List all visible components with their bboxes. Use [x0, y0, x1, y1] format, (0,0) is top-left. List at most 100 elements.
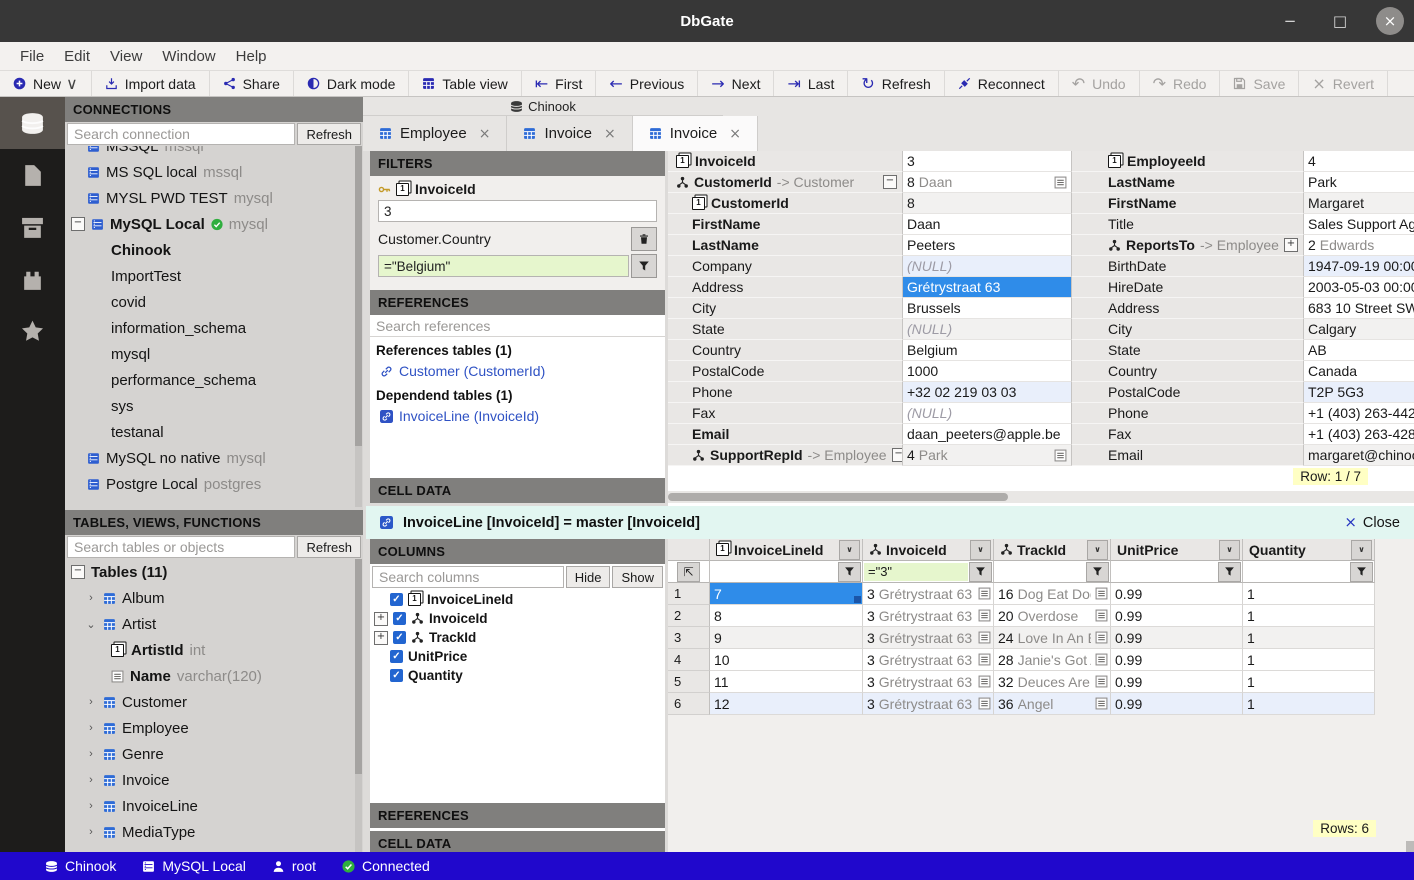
grid-cell[interactable]: 28Janie's Got A Gun — [994, 649, 1111, 671]
form-value-employeeid[interactable]: 4 — [1304, 151, 1414, 172]
grid-cell[interactable]: 1 — [1243, 649, 1375, 671]
form-value-postalcode[interactable]: T2P 5G3 — [1304, 382, 1414, 403]
filter-menu-button[interactable] — [1350, 562, 1373, 582]
tab-close-icon[interactable]: × — [479, 127, 491, 141]
connection-item-mysql-no-native[interactable]: MySQL no nativemysql — [65, 445, 363, 471]
form-value-customerid[interactable]: 8Daan — [903, 172, 1072, 193]
expand-toggle[interactable] — [374, 631, 388, 645]
grid-cell[interactable]: 0.99 — [1111, 583, 1243, 605]
grid-cell[interactable]: 0.99 — [1111, 693, 1243, 715]
activitybar-plugins[interactable] — [0, 253, 65, 305]
grid-cell[interactable]: 1 — [1243, 627, 1375, 649]
grid-cell[interactable]: 1 — [1243, 583, 1375, 605]
toolbar-last-button[interactable]: ⇥Last — [774, 71, 848, 96]
filter-menu-button[interactable] — [631, 254, 657, 278]
form-value-state[interactable]: (NULL) — [903, 319, 1072, 340]
clear-filters-button[interactable]: ⇱ — [677, 562, 700, 582]
filter-cell-invoiceid[interactable]: ="3" — [863, 561, 994, 583]
column-toggle-invoiceid[interactable]: InvoiceId — [370, 609, 665, 628]
open-detail-icon[interactable] — [1054, 176, 1067, 189]
grid-cell[interactable]: 9 — [710, 627, 863, 649]
menu-help[interactable]: Help — [226, 48, 277, 65]
grid-cell[interactable]: 0.99 — [1111, 649, 1243, 671]
column-header-unitprice[interactable]: UnitPrice∨ — [1111, 539, 1243, 561]
toolbar-previous-button[interactable]: ←Previous — [596, 71, 698, 96]
connection-item-mssql[interactable]: MSSQLmssql — [65, 146, 363, 159]
column-toggle-unitprice[interactable]: UnitPrice — [370, 647, 665, 666]
open-detail-icon[interactable] — [1095, 653, 1108, 666]
connection-item-performance-schema[interactable]: performance_schema — [65, 367, 363, 393]
collapse-toggle[interactable] — [71, 565, 85, 579]
statusbar-mysql-local[interactable]: MySQL Local — [142, 858, 246, 874]
form-value-customerid[interactable]: 8 — [903, 193, 1072, 214]
open-detail-icon[interactable] — [978, 653, 991, 666]
table-item-genre[interactable]: ›Genre — [65, 741, 363, 767]
form-value-city[interactable]: Brussels — [903, 298, 1072, 319]
filter-menu-button[interactable] — [1086, 562, 1109, 582]
expand-toggle[interactable] — [1284, 238, 1298, 252]
open-detail-icon[interactable] — [1095, 697, 1108, 710]
grid-cell[interactable]: 1 — [1243, 693, 1375, 715]
open-detail-icon[interactable] — [1095, 609, 1108, 622]
connection-item-mysql-local[interactable]: MySQL Localmysql — [65, 211, 363, 237]
form-scrollbar-thumb[interactable] — [668, 493, 1008, 501]
form-value-lastname[interactable]: Park — [1304, 172, 1414, 193]
grid-cell[interactable]: 7 — [710, 583, 863, 605]
form-value-birthdate[interactable]: 1947-09-19 00:00:00 — [1304, 256, 1414, 277]
show-column-button[interactable]: Show — [612, 566, 663, 588]
grid-cell[interactable]: 3Grétrystraat 63 — [863, 693, 994, 715]
form-value-hiredate[interactable]: 2003-05-03 00:00:00 — [1304, 277, 1414, 298]
column-toggle-quantity[interactable]: Quantity — [370, 666, 665, 685]
column-menu-button[interactable]: ∨ — [1351, 540, 1372, 560]
grid-cell[interactable]: 32Deuces Are Wild — [994, 671, 1111, 693]
table-item-customer[interactable]: ›Customer — [65, 689, 363, 715]
grid-cell[interactable]: 12 — [710, 693, 863, 715]
grid-cell[interactable]: 0.99 — [1111, 671, 1243, 693]
collapse-toggle[interactable] — [892, 448, 903, 462]
open-detail-icon[interactable] — [1054, 449, 1067, 462]
connection-item-testanal[interactable]: testanal — [65, 419, 363, 445]
grid-cell[interactable]: 0.99 — [1111, 605, 1243, 627]
tab-employee-0[interactable]: Employee× — [363, 116, 507, 151]
chevron-right-icon[interactable]: › — [85, 774, 97, 786]
form-value-supportrepid[interactable]: 4Park — [903, 445, 1072, 466]
search-columns-input[interactable] — [372, 566, 564, 588]
connections-refresh-button[interactable]: Refresh — [297, 123, 361, 145]
form-value-fax[interactable]: (NULL) — [903, 403, 1072, 424]
activitybar-files[interactable] — [0, 149, 65, 201]
chevron-right-icon[interactable]: › — [85, 696, 97, 708]
form-value-country[interactable]: Canada — [1304, 361, 1414, 382]
column-header-invoicelineid[interactable]: InvoiceLineId∨ — [710, 539, 863, 561]
grid-cell[interactable]: 1 — [1243, 671, 1375, 693]
statusbar-chinook[interactable]: Chinook — [45, 858, 116, 874]
column-item-name[interactable]: Namevarchar(120) — [65, 663, 363, 689]
collapse-toggle[interactable] — [883, 175, 897, 189]
chevron-right-icon[interactable]: › — [85, 826, 97, 838]
table-item-invoice[interactable]: ›Invoice — [65, 767, 363, 793]
filter-menu-button[interactable] — [969, 562, 992, 582]
filter-menu-button[interactable] — [1218, 562, 1241, 582]
form-value-phone[interactable]: +32 02 219 03 03 — [903, 382, 1072, 403]
connections-scrollbar-thumb[interactable] — [355, 146, 362, 446]
search-tables-input[interactable] — [67, 536, 295, 558]
connection-item-chinook[interactable]: Chinook — [65, 237, 363, 263]
maximize-button[interactable]: □ — [1326, 7, 1354, 35]
open-detail-icon[interactable] — [978, 631, 991, 644]
close-button[interactable]: × — [1376, 7, 1404, 35]
form-value-company[interactable]: (NULL) — [903, 256, 1072, 277]
table-item-mediatype[interactable]: ›MediaType — [65, 819, 363, 845]
column-item-artistid[interactable]: ArtistIdint — [65, 637, 363, 663]
column-header-quantity[interactable]: Quantity∨ — [1243, 539, 1375, 561]
expand-toggle[interactable] — [374, 612, 388, 626]
grid-cell[interactable]: 3Grétrystraat 63 — [863, 627, 994, 649]
form-value-state[interactable]: AB — [1304, 340, 1414, 361]
checkbox-checked[interactable] — [393, 612, 406, 625]
open-detail-icon[interactable] — [1095, 675, 1108, 688]
column-menu-button[interactable]: ∨ — [1087, 540, 1108, 560]
column-menu-button[interactable]: ∨ — [1219, 540, 1240, 560]
chevron-right-icon[interactable]: › — [85, 592, 97, 604]
grid-cell[interactable]: 36Angel — [994, 693, 1111, 715]
grid-cell[interactable]: 3Grétrystraat 63 — [863, 671, 994, 693]
form-value-lastname[interactable]: Peeters — [903, 235, 1072, 256]
toolbar-first-button[interactable]: ⇤First — [522, 71, 597, 96]
